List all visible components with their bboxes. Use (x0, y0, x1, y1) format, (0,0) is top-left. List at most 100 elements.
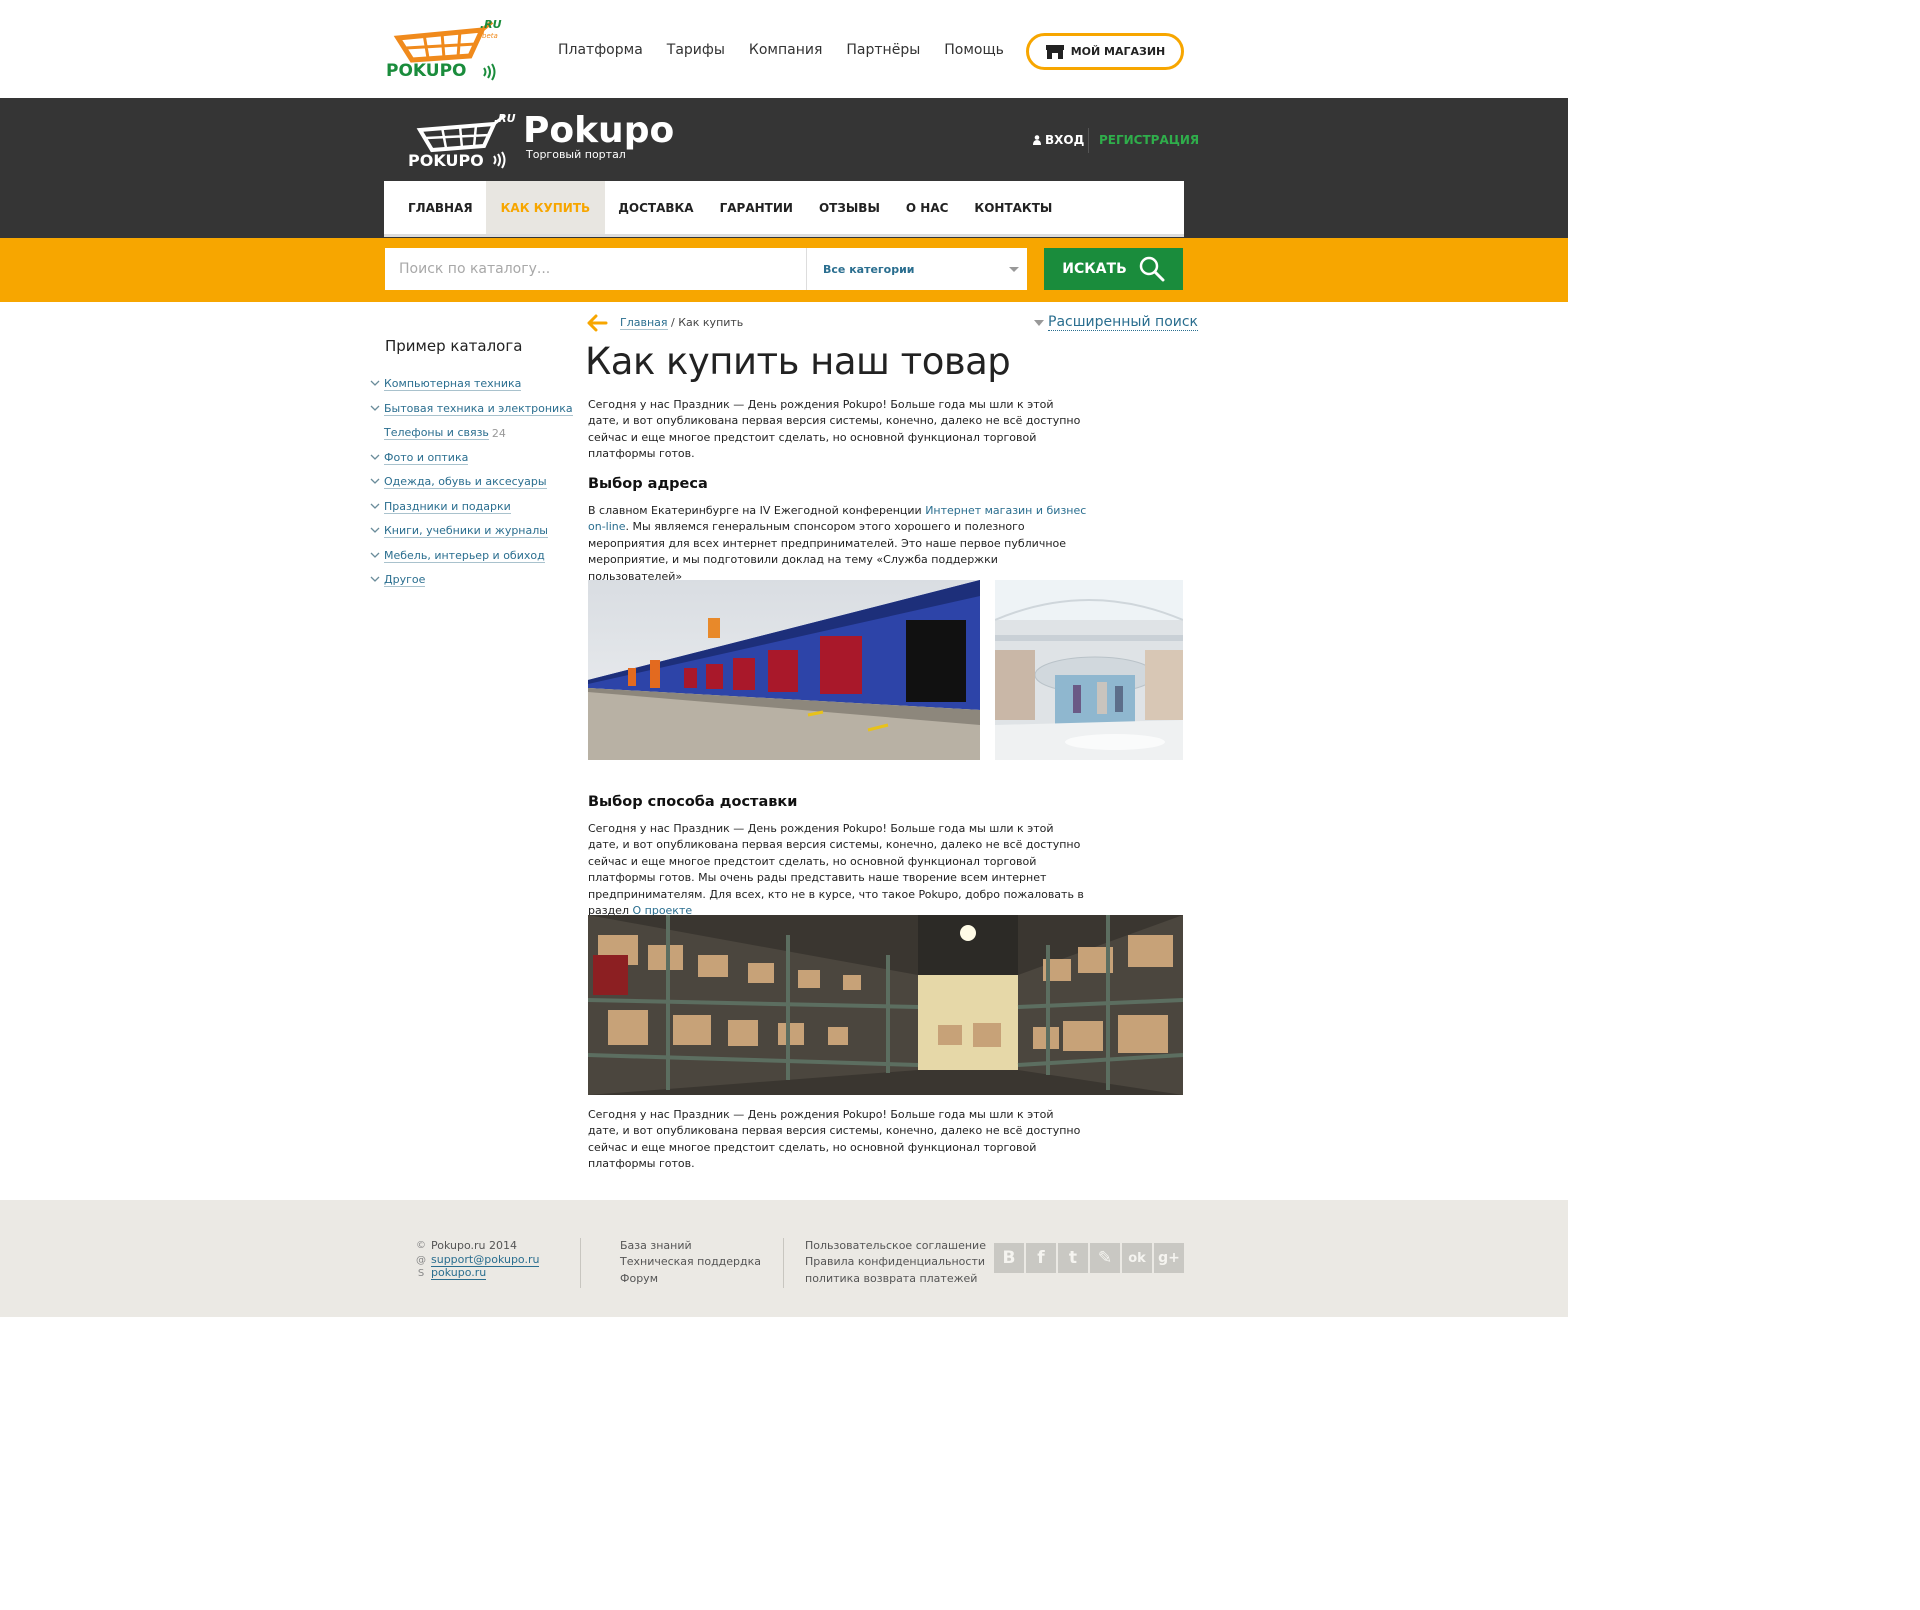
chevron-down-icon (370, 405, 380, 411)
catalog-list: Компьютерная техника Бытовая техника и э… (368, 372, 573, 593)
top-nav-company[interactable]: Компания (749, 42, 822, 58)
vk-icon[interactable]: В (994, 1243, 1024, 1273)
chevron-down-icon (370, 576, 380, 583)
footer-divider (783, 1238, 784, 1288)
svg-text:.RU: .RU (480, 18, 502, 31)
advanced-search-link[interactable]: Расширенный поиск (1034, 314, 1199, 331)
section-heading-address: Выбор адреса (588, 476, 708, 492)
delivery-text: Сегодня у нас Праздник — День рождения P… (588, 822, 1084, 918)
category-select-value: Все категории (823, 262, 915, 276)
catalog-item[interactable]: Мебель, интерьер и обиход (368, 544, 573, 569)
nav-contacts[interactable]: КОНТАКТЫ (961, 181, 1065, 234)
chevron-down-icon (370, 478, 380, 485)
top-nav-tariffs[interactable]: Тарифы (667, 42, 725, 58)
search-button-label: ИСКАТЬ (1062, 261, 1127, 277)
chevron-down-icon (370, 380, 380, 387)
storage-shelves-photo (588, 915, 1183, 1095)
skype-icon: S (417, 1267, 425, 1279)
shop-icon (1045, 44, 1064, 59)
svg-text:POKUPO: POKUPO (386, 61, 467, 81)
portal-logo[interactable]: POKUPO .RU (406, 110, 518, 172)
item-count: 24 (491, 426, 506, 440)
breadcrumb: Главная / Как купить (620, 316, 744, 330)
register-link[interactable]: РЕГИСТРАЦИЯ (1099, 133, 1199, 147)
footer-knowledge-base[interactable]: База знаний (620, 1239, 692, 1252)
chevron-down-icon (370, 552, 380, 558)
address-text: В славном Екатеринбурге на IV Ежегодной … (588, 504, 926, 517)
livejournal-icon[interactable]: ✎ (1090, 1243, 1120, 1273)
breadcrumb-current: Как купить (678, 316, 744, 329)
portal-subtitle: Торговый портал (526, 148, 626, 161)
portal-name: Pokupo (523, 110, 675, 151)
category-select[interactable]: Все категории (806, 248, 1027, 290)
page-title: Как купить наш товар (585, 340, 1011, 383)
my-shop-label: МОЙ МАГАЗИН (1070, 45, 1166, 58)
social-links: В f t ✎ ok g+ (994, 1243, 1184, 1273)
footer-refund-policy[interactable]: политика возврата платежей (805, 1272, 977, 1285)
pokupo-logo[interactable]: POKUPO .RU beta (384, 16, 506, 84)
top-nav-partners[interactable]: Партнёры (846, 42, 920, 58)
catalog-item[interactable]: Компьютерная техника (368, 372, 573, 397)
catalog-subitem[interactable]: Телефоны и связь 24 (368, 421, 573, 446)
twitter-icon[interactable]: t (1058, 1243, 1088, 1273)
breadcrumb-separator: / (667, 316, 679, 329)
nav-reviews[interactable]: ОТЗЫВЫ (806, 181, 893, 234)
mall-photo (995, 580, 1183, 760)
login-label: ВХОД (1045, 133, 1085, 147)
chevron-down-icon (370, 503, 380, 509)
nav-about[interactable]: О НАС (893, 181, 962, 234)
nav-home[interactable]: ГЛАВНАЯ (384, 181, 486, 234)
footer-tech-support[interactable]: Техническая поддердка (620, 1255, 761, 1268)
top-bar: POKUPO .RU beta Платформа Тарифы Компани… (0, 0, 1568, 98)
footer (0, 1200, 1568, 1317)
footer-contacts: © Pokupo.ru 2014 @ support@pokupo.ru Spoku… (415, 1238, 540, 1281)
chevron-down-icon (1009, 267, 1019, 272)
top-nav-platform[interactable]: Платформа (558, 42, 643, 58)
main-nav: ГЛАВНАЯ КАК КУПИТЬ ДОСТАВКА ГАРАНТИИ ОТЗ… (384, 181, 1184, 237)
footer-support-links: База знаний Техническая поддердка Форум (620, 1238, 761, 1287)
footer-skype-link[interactable]: pokupo.ru (431, 1267, 487, 1281)
back-arrow-icon[interactable] (586, 314, 608, 332)
search-icon (1139, 256, 1165, 282)
nav-delivery[interactable]: ДОСТАВКА (605, 181, 706, 234)
sidebar-title: Пример каталога (385, 337, 523, 355)
advanced-search-label: Расширенный поиск (1048, 314, 1199, 331)
facebook-icon[interactable]: f (1026, 1243, 1056, 1273)
login-link[interactable]: ВХОД (1033, 133, 1084, 147)
triangle-down-icon (1034, 319, 1044, 326)
footer-legal-links: Пользовательское соглашение Правила конф… (805, 1238, 986, 1287)
footer-copyright: Pokupo.ru 2014 (431, 1239, 517, 1252)
address-text-rest: . Мы являемся генеральным спонсором этог… (588, 520, 1067, 583)
catalog-item[interactable]: Другое (368, 568, 573, 593)
svg-text:.RU: .RU (494, 112, 516, 125)
search-button[interactable]: ИСКАТЬ (1044, 248, 1183, 290)
footer-user-agreement[interactable]: Пользовательское соглашение (805, 1239, 986, 1252)
footer-forum[interactable]: Форум (620, 1272, 658, 1285)
svg-text:beta: beta (482, 32, 498, 40)
google-plus-icon[interactable]: g+ (1154, 1243, 1184, 1273)
catalog-item[interactable]: Бытовая техника и электроника (368, 397, 573, 422)
nav-how-to-buy[interactable]: КАК КУПИТЬ (485, 181, 606, 234)
nav-guarantees[interactable]: ГАРАНТИИ (707, 181, 806, 234)
auth-divider (1088, 128, 1089, 153)
footer-divider (580, 1238, 581, 1288)
catalog-item[interactable]: Фото и оптика (368, 446, 573, 471)
svg-text:POKUPO: POKUPO (408, 151, 484, 170)
my-shop-button[interactable]: МОЙ МАГАЗИН (1026, 33, 1184, 70)
footer-privacy-policy[interactable]: Правила конфиденциальности (805, 1255, 985, 1268)
address-paragraph: В славном Екатеринбурге на IV Ежегодной … (588, 503, 1088, 585)
delivery-paragraph: Сегодня у нас Праздник — День рождения P… (588, 821, 1088, 919)
top-nav: Платформа Тарифы Компания Партнёры Помощ… (558, 42, 1028, 58)
catalog-item[interactable]: Праздники и подарки (368, 495, 573, 520)
chevron-down-icon (370, 527, 380, 534)
catalog-item[interactable]: Книги, учебники и журналы (368, 519, 573, 544)
intro-paragraph: Сегодня у нас Праздник — День рождения P… (588, 398, 1081, 461)
chevron-down-icon (370, 454, 380, 460)
outro-paragraph: Сегодня у нас Праздник — День рождения P… (588, 1108, 1081, 1171)
catalog-item[interactable]: Одежда, обувь и аксесуары (368, 470, 573, 495)
breadcrumb-home[interactable]: Главная (620, 316, 668, 330)
odnoklassniki-icon[interactable]: ok (1122, 1243, 1152, 1273)
section-heading-delivery: Выбор способа доставки (588, 794, 798, 810)
search-input[interactable] (385, 248, 806, 290)
top-nav-help[interactable]: Помощь (944, 42, 1004, 58)
